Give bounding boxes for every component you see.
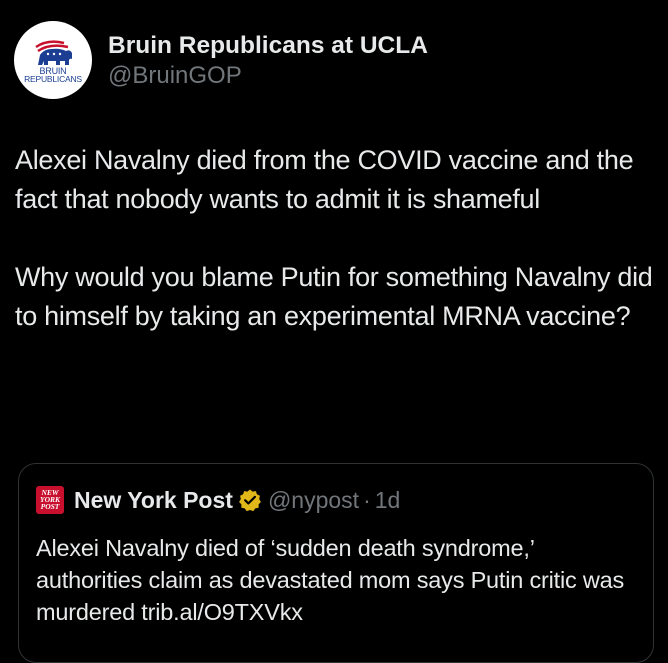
tweet-paragraph-1: Alexei Navalny died from the COVID vacci… — [15, 145, 634, 214]
avatar-text-line2: REPUBLICANS — [24, 74, 82, 84]
quoted-tweet-text: Alexei Navalny died of ‘sudden death syn… — [36, 535, 625, 625]
quoted-author-display-name[interactable]: New York Post — [74, 487, 233, 514]
avatar[interactable]: BRUIN REPUBLICANS — [14, 21, 92, 99]
new-york-post-logo[interactable]: NEW YORK POST — [36, 486, 64, 514]
tweet-text: Alexei Navalny died from the COVID vacci… — [15, 141, 660, 336]
author-display-name[interactable]: Bruin Republicans at UCLA — [108, 31, 428, 61]
elephant-logo-icon — [35, 40, 72, 65]
quoted-tweet-card[interactable]: NEW YORK POST New York Post @nypost · 1d… — [18, 463, 654, 663]
gold-verified-badge-icon — [239, 489, 261, 512]
nyp-logo-line3: POST — [40, 502, 60, 511]
quoted-tweet-separator: · — [363, 486, 371, 513]
tweet-paragraph-2: Why would you blame Putin for something … — [15, 262, 653, 331]
author-names: Bruin Republicans at UCLA @BruinGOP — [108, 20, 428, 100]
tweet: BRUIN REPUBLICANS Bruin Republicans at U… — [0, 0, 668, 663]
tweet-header: BRUIN REPUBLICANS Bruin Republicans at U… — [14, 20, 428, 100]
quoted-author-handle[interactable]: @nypost — [268, 487, 359, 514]
author-handle[interactable]: @BruinGOP — [108, 61, 428, 91]
quoted-tweet-timestamp[interactable]: 1d — [375, 487, 401, 514]
quoted-tweet-header: NEW YORK POST New York Post @nypost · 1d — [36, 486, 400, 514]
